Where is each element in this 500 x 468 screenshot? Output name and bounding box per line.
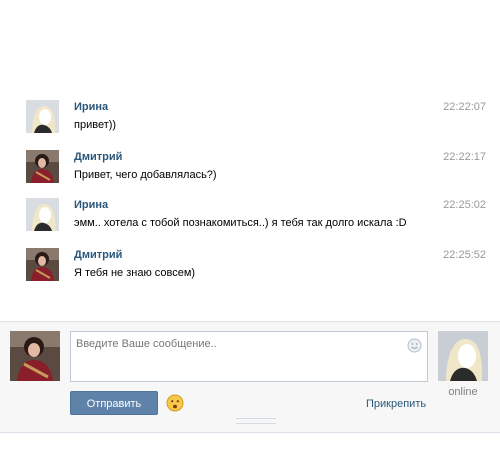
message-author[interactable]: Дмитрий	[74, 249, 122, 261]
avatar-dmitry[interactable]	[26, 248, 59, 281]
my-avatar-image	[10, 331, 60, 381]
message-input[interactable]: Введите Ваше сообщение..	[70, 331, 428, 382]
message-time: 22:22:07	[443, 101, 486, 113]
attach-link[interactable]: Прикрепить	[366, 398, 426, 410]
avatar-irina-image	[26, 198, 59, 231]
message-item: Ирина 22:22:07 привет))	[26, 100, 486, 140]
peer-avatar[interactable]	[438, 331, 488, 381]
chat-window: Ирина 22:22:07 привет)) Дмитрий 22:22:17…	[0, 0, 500, 468]
message-composer: Введите Ваше сообщение.. online Отправит…	[0, 321, 500, 433]
resize-handle[interactable]	[236, 418, 276, 424]
message-item: Дмитрий 22:22:17 Привет, чего добавлялас…	[26, 150, 486, 190]
peer-online-status: online	[448, 386, 478, 398]
message-text: эмм.. хотела с тобой познакомиться..) я …	[74, 217, 407, 229]
message-text: Привет, чего добавлялась?)	[74, 169, 217, 181]
smile-icon[interactable]	[407, 338, 422, 353]
message-text: привет))	[74, 119, 117, 131]
avatar-irina[interactable]	[26, 198, 59, 231]
avatar-dmitry[interactable]	[26, 150, 59, 183]
message-text: Я тебя не знаю совсем)	[74, 267, 196, 279]
message-time: 22:25:52	[443, 249, 486, 261]
message-item: Дмитрий 22:25:52 Я тебя не знаю совсем)	[26, 248, 486, 288]
avatar-dmitry-image	[26, 150, 59, 183]
avatar-irina-image	[26, 100, 59, 133]
send-button[interactable]: Отправить	[70, 391, 158, 415]
message-time: 22:25:02	[443, 199, 486, 211]
message-input-placeholder: Введите Ваше сообщение..	[76, 338, 217, 350]
sad-face-icon[interactable]	[166, 394, 184, 412]
my-avatar[interactable]	[10, 331, 60, 381]
peer-avatar-image	[438, 331, 488, 381]
avatar-dmitry-image	[26, 248, 59, 281]
message-author[interactable]: Ирина	[74, 101, 108, 113]
message-author[interactable]: Дмитрий	[74, 151, 122, 163]
message-item: Ирина 22:25:02 эмм.. хотела с тобой позн…	[26, 198, 486, 238]
avatar-irina[interactable]	[26, 100, 59, 133]
message-time: 22:22:17	[443, 151, 486, 163]
message-list[interactable]: Ирина 22:22:07 привет)) Дмитрий 22:22:17…	[0, 0, 500, 322]
message-author[interactable]: Ирина	[74, 199, 108, 211]
